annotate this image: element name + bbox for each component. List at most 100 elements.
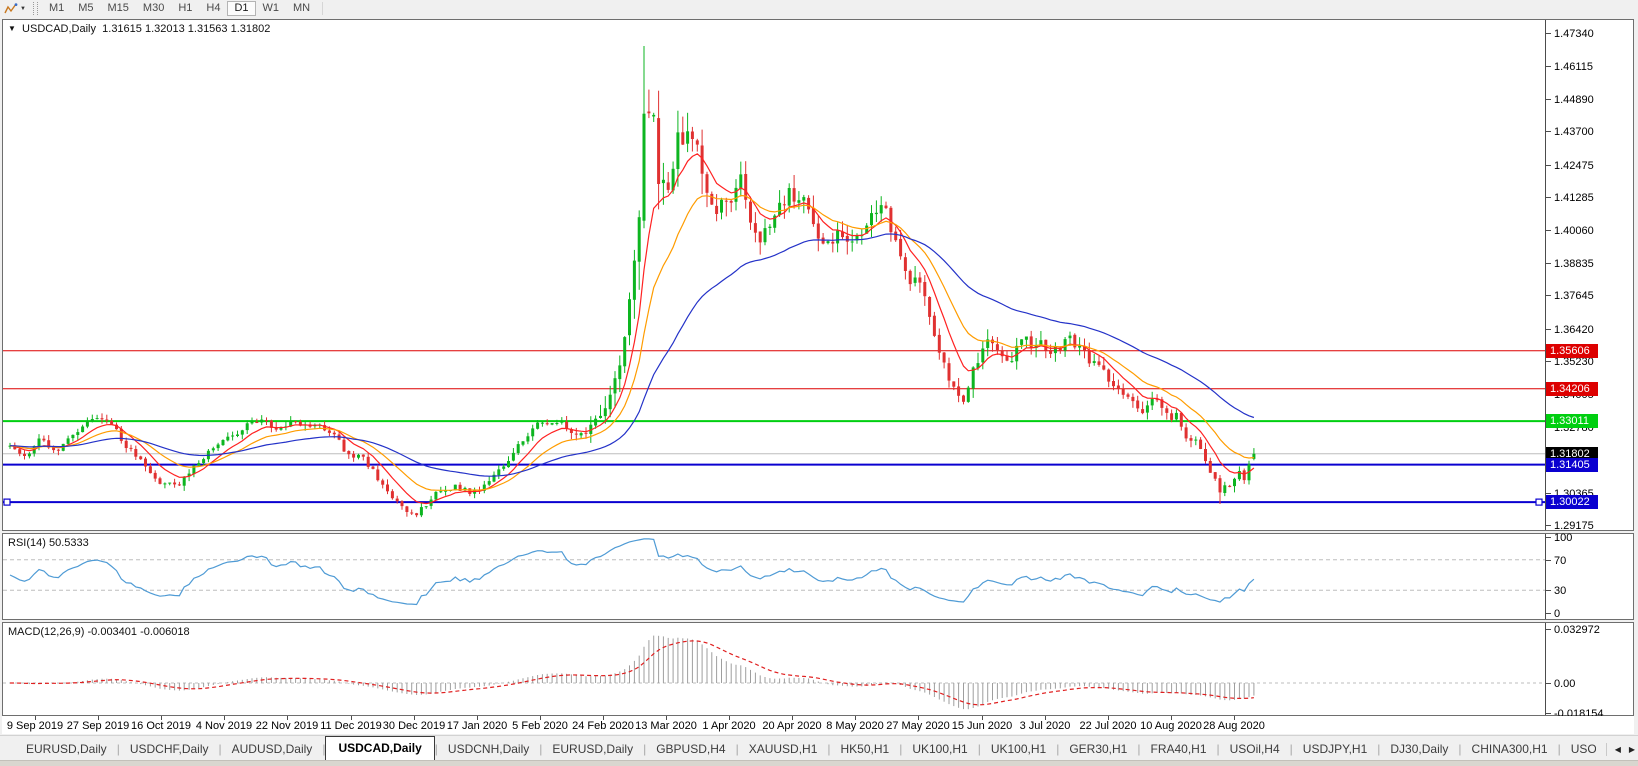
date-label: 27 Sep 2019 xyxy=(67,720,129,732)
price-tick: 1.41285 xyxy=(1546,192,1594,204)
date-label: 27 May 2020 xyxy=(886,720,950,732)
price-panel: ▼ USDCAD,Daily 1.31615 1.32013 1.31563 1… xyxy=(2,19,1634,531)
tab-eurusd-daily[interactable]: EURUSD,Daily xyxy=(16,738,117,760)
line-handle[interactable] xyxy=(4,499,10,505)
tool-dropdown-caret-icon[interactable]: ▼ xyxy=(20,6,26,12)
line-handle[interactable] xyxy=(1536,499,1542,505)
candlestick-plot[interactable] xyxy=(3,20,1545,530)
price-tick: 1.29175 xyxy=(1546,520,1594,532)
date-label: 10 Aug 2020 xyxy=(1140,720,1202,732)
price-tick: 1.42475 xyxy=(1546,160,1594,172)
tab-usoil-h4[interactable]: USOil,H4 xyxy=(1220,738,1290,760)
toolbar-drag-handle[interactable] xyxy=(33,2,38,15)
date-label: 22 Nov 2019 xyxy=(256,720,318,732)
macd-tick: 0.032972 xyxy=(1546,624,1600,636)
price-tick: 1.47340 xyxy=(1546,28,1594,40)
toolbar: ▼ M1M5M15M30H1H4D1W1MN xyxy=(0,0,1638,18)
rsi-tick: 100 xyxy=(1546,532,1572,544)
mt4-window: ▼ M1M5M15M30H1H4D1W1MN ▼ USDCAD,Daily 1.… xyxy=(0,0,1638,766)
rsi-tick: 70 xyxy=(1546,555,1566,567)
rsi-plot[interactable] xyxy=(3,534,1545,619)
timeframe-button-m15[interactable]: M15 xyxy=(101,1,136,16)
chart-tabs: EURUSD,Daily|USDCHF,Daily|AUDUSD,Daily|U… xyxy=(0,735,1638,760)
timeframe-button-h4[interactable]: H4 xyxy=(199,1,227,16)
rsi-line xyxy=(10,539,1254,605)
price-level-badge: 1.33011 xyxy=(1546,414,1598,428)
tab-usdcnh-daily[interactable]: USDCNH,Daily xyxy=(438,738,539,760)
chart-title: ▼ USDCAD,Daily 1.31615 1.32013 1.31563 1… xyxy=(8,23,270,35)
price-tick: 1.46115 xyxy=(1546,61,1593,73)
tab-usdjpy-h1[interactable]: USDJPY,H1 xyxy=(1293,738,1377,760)
price-level-badge: 1.35606 xyxy=(1546,344,1598,358)
symbol-period-label: USDCAD,Daily xyxy=(22,23,96,35)
tab-china300-h1[interactable]: CHINA300,H1 xyxy=(1462,738,1558,760)
date-label: 11 Dec 2019 xyxy=(320,720,382,732)
timeframe-button-d1[interactable]: D1 xyxy=(227,1,255,16)
price-tick: 1.43700 xyxy=(1546,126,1594,138)
toolbar-separator xyxy=(322,2,323,15)
tab-scroll-arrows: ◀ ▶ xyxy=(1596,743,1635,756)
tab-uk100-h1[interactable]: UK100,H1 xyxy=(902,738,977,760)
timeframe-button-w1[interactable]: W1 xyxy=(256,1,287,16)
date-label: 1 Apr 2020 xyxy=(702,720,755,732)
macd-axis-divider xyxy=(1545,623,1546,715)
tab-audusd-daily[interactable]: AUDUSD,Daily xyxy=(222,738,323,760)
tab-fra40-h1[interactable]: FRA40,H1 xyxy=(1140,738,1216,760)
price-tick: 1.37645 xyxy=(1546,290,1594,302)
rsi-tick: 0 xyxy=(1546,608,1560,620)
timeframe-button-m30[interactable]: M30 xyxy=(136,1,171,16)
date-label: 17 Jan 2020 xyxy=(447,720,508,732)
timeframe-button-m5[interactable]: M5 xyxy=(71,1,100,16)
timeframe-button-h1[interactable]: H1 xyxy=(171,1,199,16)
price-tick: 1.40060 xyxy=(1546,225,1594,237)
date-label: 3 Jul 2020 xyxy=(1020,720,1071,732)
timeframe-button-mn[interactable]: MN xyxy=(286,1,317,16)
price-level-badge: 1.34206 xyxy=(1546,382,1598,396)
price-level-badge: 1.31405 xyxy=(1546,458,1598,472)
timeframe-buttons: M1M5M15M30H1H4D1W1MN xyxy=(42,1,317,16)
price-tick: 1.38835 xyxy=(1546,258,1594,270)
objects-tool-icon[interactable] xyxy=(2,1,20,16)
date-label: 30 Dec 2019 xyxy=(383,720,445,732)
tab-xauusd-h1[interactable]: XAUUSD,H1 xyxy=(739,738,828,760)
tab-usdcad-daily[interactable]: USDCAD,Daily xyxy=(325,736,434,760)
date-label: 4 Nov 2019 xyxy=(196,720,252,732)
tab-dj30-daily[interactable]: DJ30,Daily xyxy=(1380,738,1458,760)
rsi-axis-divider xyxy=(1545,534,1546,619)
tab-usdchf-daily[interactable]: USDCHF,Daily xyxy=(120,738,219,760)
price-tick: 1.36420 xyxy=(1546,324,1594,336)
tab-hk50-h1[interactable]: HK50,H1 xyxy=(831,738,900,760)
chart-window: ▼ USDCAD,Daily 1.31615 1.32013 1.31563 1… xyxy=(0,17,1638,734)
macd-tick: 0.00 xyxy=(1546,678,1575,690)
macd-plot[interactable] xyxy=(3,623,1545,715)
ma-17-line xyxy=(10,196,1254,491)
rsi-title: RSI(14) 50.5333 xyxy=(8,537,89,549)
date-label: 13 Mar 2020 xyxy=(635,720,697,732)
ohlc-values: 1.31615 1.32013 1.31563 1.31802 xyxy=(102,23,270,35)
price-level-badge: 1.30022 xyxy=(1546,495,1598,509)
macd-panel: MACD(12,26,9) -0.003401 -0.006018 0.0329… xyxy=(2,622,1634,716)
tab-eurusd-daily[interactable]: EURUSD,Daily xyxy=(542,738,643,760)
title-marker-icon: ▼ xyxy=(8,24,16,33)
date-label: 9 Sep 2019 xyxy=(7,720,63,732)
date-label: 28 Aug 2020 xyxy=(1203,720,1265,732)
tab-scroll-left-icon[interactable]: ◀ xyxy=(1615,745,1621,754)
date-label: 22 Jul 2020 xyxy=(1080,720,1137,732)
date-label: 5 Feb 2020 xyxy=(512,720,568,732)
rsi-panel: RSI(14) 50.5333 10070300 xyxy=(2,533,1634,620)
tab-scroll-right-icon[interactable]: ▶ xyxy=(1629,745,1635,754)
macd-signal-line xyxy=(10,641,1254,705)
ma-8-line xyxy=(10,154,1254,504)
status-strip xyxy=(0,760,1638,766)
tab-uk100-h1[interactable]: UK100,H1 xyxy=(981,738,1056,760)
date-axis[interactable]: 9 Sep 2019 27 Sep 201916 Oct 2019 4 Nov 20… xyxy=(2,716,1634,734)
date-label: 15 Jun 2020 xyxy=(952,720,1013,732)
tab-gbpusd-h4[interactable]: GBPUSD,H4 xyxy=(646,738,735,760)
date-label: 8 May 2020 xyxy=(826,720,883,732)
date-label: 20 Apr 2020 xyxy=(762,720,821,732)
date-label: 24 Feb 2020 xyxy=(572,720,634,732)
tab-ger30-h1[interactable]: GER30,H1 xyxy=(1059,738,1137,760)
price-tick: 1.44890 xyxy=(1546,94,1594,106)
timeframe-button-m1[interactable]: M1 xyxy=(42,1,71,16)
date-label: 16 Oct 2019 xyxy=(131,720,191,732)
